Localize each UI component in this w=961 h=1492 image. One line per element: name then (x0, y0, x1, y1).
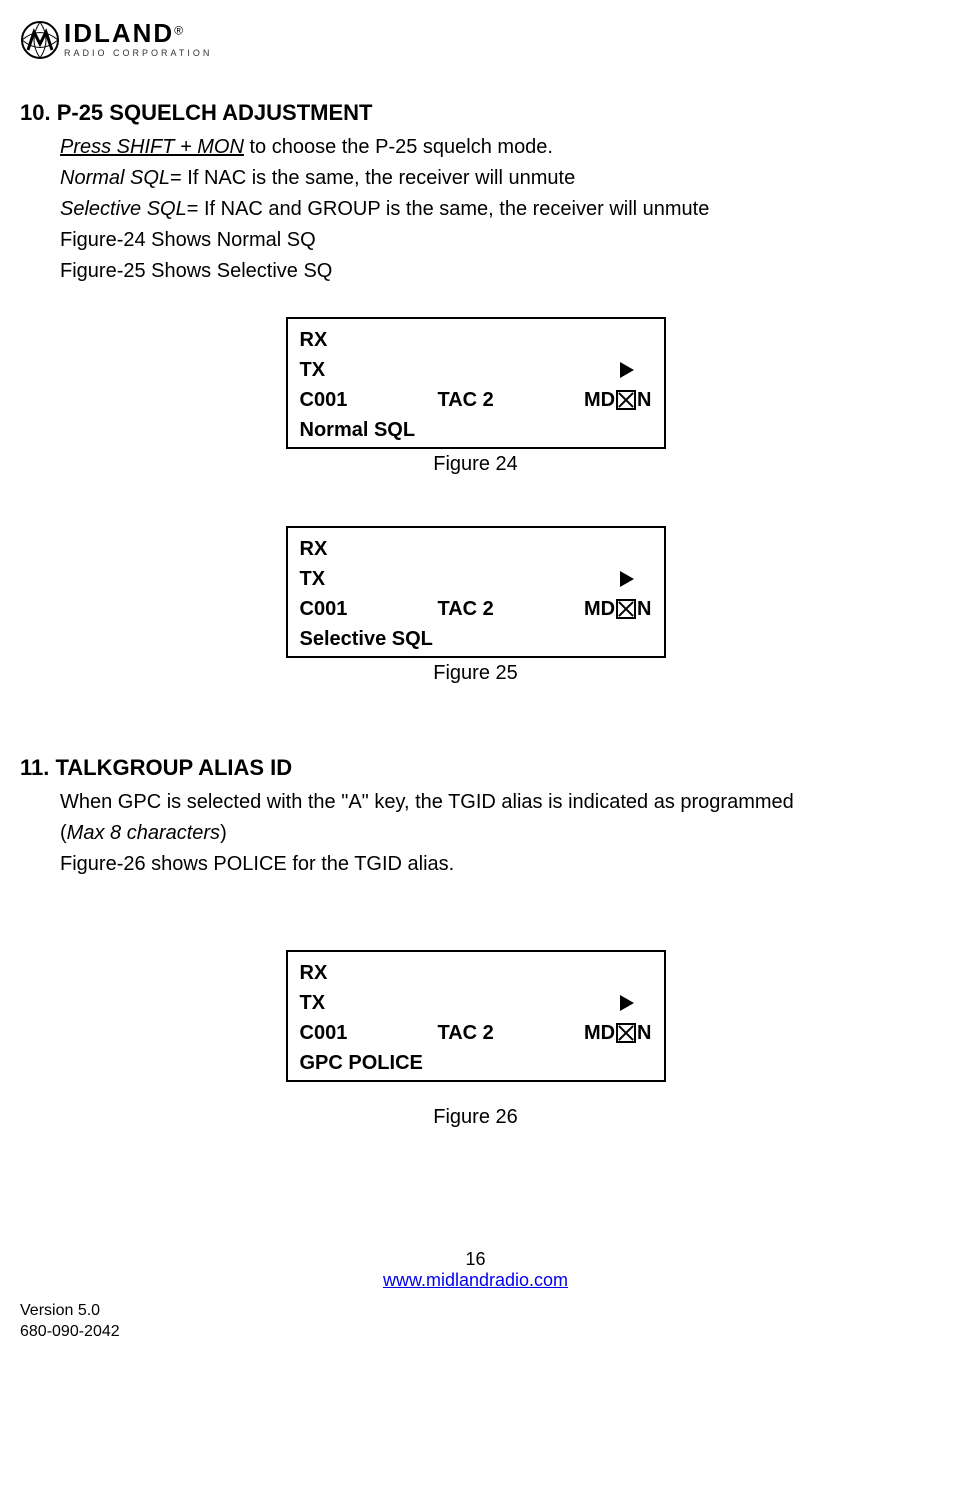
x-box-icon (616, 390, 636, 410)
fig26-mode: MD N (584, 1018, 652, 1048)
section-10-line1: Press SHIFT + MON to choose the P-25 squ… (60, 132, 931, 163)
fig25-tx: TX (300, 564, 326, 594)
md-suffix: N (637, 1018, 651, 1048)
play-triangle-icon (620, 362, 634, 378)
website-link[interactable]: www.midlandradio.com (383, 1270, 568, 1290)
line3-rest: = If NAC and GROUP is the same, the rece… (187, 198, 710, 220)
section-10-heading: 10. P-25 SQUELCH ADJUSTMENT (20, 100, 931, 126)
logo-block: IDLAND® RADIO CORPORATION (20, 20, 931, 60)
logo-name: IDLAND (64, 18, 174, 48)
fig26-rx: RX (300, 958, 652, 988)
page-footer: 16 www.midlandradio.com (20, 1249, 931, 1291)
fig26-channel: C001 (300, 1018, 348, 1048)
fig25-tac: TAC 2 (437, 594, 493, 624)
fig25-tx-row: TX (300, 564, 652, 594)
section-10-line5: Figure-25 Shows Selective SQ (60, 256, 931, 287)
document-number: 680-090-2042 (20, 1322, 931, 1343)
logo-group: IDLAND® RADIO CORPORATION (20, 20, 212, 60)
section-10-line3: Selective SQL= If NAC and GROUP is the s… (60, 194, 931, 225)
fig24-tx-row: TX (300, 355, 652, 385)
fig25-bottom: Selective SQL (300, 624, 652, 654)
max-chars-note: Max 8 characters (67, 822, 220, 844)
normal-sql-label: Normal SQL (60, 167, 170, 189)
fig25-mode: MD N (584, 594, 652, 624)
section-11-content: When GPC is selected with the "A" key, t… (60, 787, 931, 880)
section-10-content: Press SHIFT + MON to choose the P-25 squ… (60, 132, 931, 287)
section-10-line4: Figure-24 Shows Normal SQ (60, 225, 931, 256)
page-number: 16 (20, 1249, 931, 1270)
fig24-mode: MD N (584, 385, 652, 415)
logo-text-stack: IDLAND® RADIO CORPORATION (64, 20, 212, 58)
shift-mon-instruction: Press SHIFT + MON (60, 136, 244, 158)
version-block: Version 5.0 680-090-2042 (20, 1301, 931, 1343)
fig26-tac: TAC 2 (437, 1018, 493, 1048)
fig25-channel: C001 (300, 594, 348, 624)
fig24-channel: C001 (300, 385, 348, 415)
section-11-line1: When GPC is selected with the "A" key, t… (60, 787, 931, 818)
fig24-rx: RX (300, 325, 652, 355)
md-prefix: MD (584, 385, 615, 415)
md-prefix: MD (584, 1018, 615, 1048)
fig26-bottom: GPC POLICE (300, 1048, 652, 1078)
line1-rest: to choose the P-25 squelch mode. (244, 136, 553, 158)
fig24-channel-row: C001 TAC 2 MD N (300, 385, 652, 415)
fig26-tx: TX (300, 988, 326, 1018)
figure-26-caption: Figure 26 (20, 1106, 931, 1129)
logo-subtitle: RADIO CORPORATION (64, 48, 212, 58)
line2-rest: = If NAC is the same, the receiver will … (170, 167, 575, 189)
fig25-rx: RX (300, 534, 652, 564)
selective-sql-label: Selective SQL (60, 198, 187, 220)
md-prefix: MD (584, 594, 615, 624)
figure-24-display: RX TX C001 TAC 2 MD N Normal SQL (286, 317, 666, 449)
md-suffix: N (637, 385, 651, 415)
line2-post: ) (220, 822, 227, 844)
x-box-icon (616, 1023, 636, 1043)
section-11-line3: Figure-26 shows POLICE for the TGID alia… (60, 849, 931, 880)
section-11-line2: (Max 8 characters) (60, 818, 931, 849)
fig25-channel-row: C001 TAC 2 MD N (300, 594, 652, 624)
line2-pre: ( (60, 822, 67, 844)
section-10-line2: Normal SQL= If NAC is the same, the rece… (60, 163, 931, 194)
play-triangle-icon (620, 571, 634, 587)
md-suffix: N (637, 594, 651, 624)
globe-m-icon (20, 20, 60, 60)
fig24-bottom: Normal SQL (300, 415, 652, 445)
play-triangle-icon (620, 995, 634, 1011)
figure-25-caption: Figure 25 (20, 662, 931, 685)
fig24-tac: TAC 2 (437, 385, 493, 415)
fig26-tx-row: TX (300, 988, 652, 1018)
fig24-tx: TX (300, 355, 326, 385)
fig26-channel-row: C001 TAC 2 MD N (300, 1018, 652, 1048)
figure-24-caption: Figure 24 (20, 453, 931, 476)
figure-26-display: RX TX C001 TAC 2 MD N GPC POLICE (286, 950, 666, 1082)
registered-icon: ® (174, 23, 183, 37)
version-text: Version 5.0 (20, 1301, 931, 1322)
section-11-heading: 11. TALKGROUP ALIAS ID (20, 755, 931, 781)
x-box-icon (616, 599, 636, 619)
figure-25-display: RX TX C001 TAC 2 MD N Selective SQL (286, 526, 666, 658)
